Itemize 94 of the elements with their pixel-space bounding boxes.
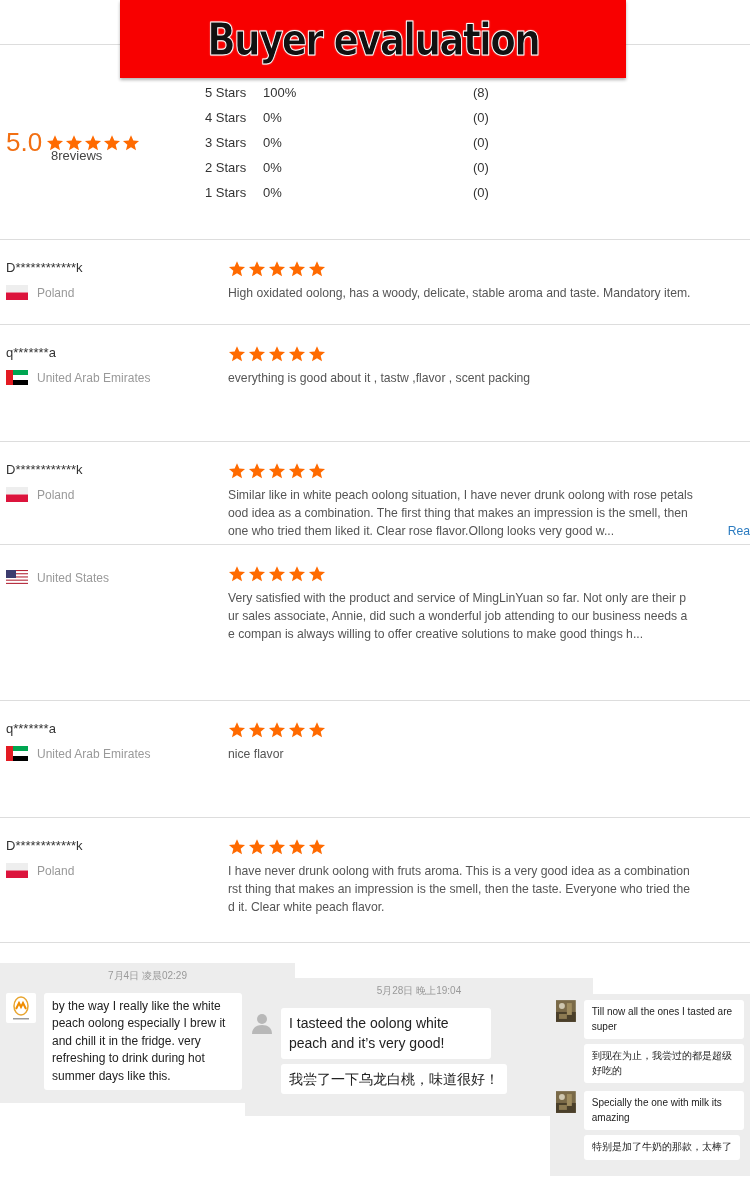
message-bubble: Till now all the ones I tasted are super — [583, 1000, 744, 1039]
star-icon — [308, 260, 326, 278]
star-icon — [248, 721, 266, 739]
review-text: ur sales associate, Annie, did such a wonderful job attending to our business needs a — [228, 608, 688, 625]
star-icon — [46, 133, 65, 152]
star-icon — [268, 565, 286, 583]
flag-icon — [6, 570, 28, 585]
flag-icon — [6, 285, 28, 300]
star-icon — [248, 260, 266, 278]
star-icon — [268, 260, 286, 278]
translation-bubble: 到现在为止，我尝过的都是超级好吃的 — [583, 1044, 744, 1083]
chat-timestamp: 7月4日 凌晨02:29 — [107, 969, 188, 983]
country-name: Poland — [37, 863, 75, 878]
star-icon — [248, 565, 266, 583]
star-icon — [228, 260, 246, 278]
star-icon — [248, 462, 266, 480]
review-count: 8reviews — [51, 148, 104, 163]
review-text: d it. Clear white peach flavor. — [228, 899, 385, 916]
percentage: 0% — [263, 184, 283, 200]
translation-bubble: 特别是加了牛奶的那款，太棒了 — [583, 1135, 740, 1160]
reviewer-name: D************k — [6, 260, 84, 277]
reviewer-name: D************k — [6, 462, 84, 479]
star-icon — [268, 838, 286, 856]
star-icon — [268, 462, 286, 480]
star-icon — [248, 838, 266, 856]
person-icon — [251, 1012, 273, 1034]
star-level-label: 2 Stars — [205, 159, 248, 175]
percentage: 0% — [263, 134, 283, 150]
average-score: 5.0 — [6, 127, 43, 158]
review-text: Similar like in white peach oolong situation, I have never drunk oolong with rose petals — [228, 487, 693, 504]
star-icon — [268, 345, 286, 363]
star-icon — [308, 838, 326, 856]
country-name: United Arab Emirates — [37, 370, 151, 385]
reviewer-name: q*******a — [6, 721, 57, 738]
flag-icon — [6, 746, 28, 761]
star-icon — [308, 721, 326, 739]
star-icon — [288, 345, 306, 363]
star-level-label: 4 Stars — [205, 109, 248, 125]
star-icon — [228, 565, 246, 583]
reviewer-name: q*******a — [6, 345, 57, 362]
reviewer-name: D************k — [6, 838, 84, 855]
review-text: I have never drunk oolong with fruts aroma. This is a very good idea as a combination — [228, 863, 690, 880]
message-bubble: Specially the one with milk its amazing — [583, 1091, 744, 1130]
country-name: Poland — [37, 285, 75, 300]
flag-icon — [6, 863, 28, 878]
read-more-link[interactable]: Rea — [727, 522, 750, 540]
star-icon — [268, 721, 286, 739]
star-icon — [122, 133, 141, 152]
star-icon — [288, 838, 306, 856]
percentage: 0% — [263, 109, 283, 125]
count: (0) — [473, 134, 490, 150]
count: (8) — [473, 84, 490, 100]
review-text: nice flavor — [228, 746, 284, 763]
star-icon — [65, 133, 84, 152]
message-bubble: I tasteed the oolong white peach and it’s very good! — [281, 1008, 491, 1059]
review-text: rst thing that makes an impression is the smell, then the taste. Everyone who tried the — [228, 881, 690, 898]
review-text: everything is good about it , tastw ,flavor , scent packing — [228, 370, 531, 387]
review-text: Very satisfied with the product and service of MingLinYuan so far. Not only are their p — [228, 590, 686, 607]
star-icon — [308, 462, 326, 480]
country-name: Poland — [37, 487, 75, 502]
star-icon — [288, 565, 306, 583]
logo-icon — [6, 993, 36, 1023]
count: (0) — [473, 109, 490, 125]
country-name: United Arab Emirates — [37, 746, 151, 761]
message-bubble: by the way I really like the white peach oolong especially I brew it and chill it in the fridge. very refreshing to drink during hot summer days like this. — [44, 993, 242, 1090]
country-name: United States — [37, 570, 110, 585]
star-icon — [228, 838, 246, 856]
star-icon — [84, 133, 103, 152]
banner-title: Buyer evaluation — [207, 13, 539, 65]
star-icon — [228, 345, 246, 363]
star-level-label: 3 Stars — [205, 134, 248, 150]
flag-icon — [6, 487, 28, 502]
star-icon — [248, 345, 266, 363]
review-text: e compan is always willing to offer creative solutions to make good things h... — [228, 626, 644, 643]
review-text: High oxidated oolong, has a woody, delicate, stable aroma and taste. Mandatory item. — [228, 285, 691, 302]
chat-timestamp: 5月28日 晚上19:04 — [375, 984, 463, 998]
star-icon — [288, 260, 306, 278]
count: (0) — [473, 159, 490, 175]
star-icon — [308, 345, 326, 363]
count: (0) — [473, 184, 490, 200]
percentage: 100% — [263, 84, 298, 100]
star-icon — [308, 565, 326, 583]
star-level-label: 1 Stars — [205, 184, 248, 200]
flag-icon — [6, 370, 28, 385]
star-icon — [288, 721, 306, 739]
star-icon — [288, 462, 306, 480]
review-text: ood idea as a combination. The first thing that makes an impression is the smell, then — [228, 505, 688, 522]
star-level-label: 5 Stars — [205, 84, 248, 100]
star-icon — [228, 462, 246, 480]
translation-bubble: 我尝了一下乌龙白桃，味道很好！ — [281, 1063, 507, 1094]
star-icon — [103, 133, 122, 152]
review-text: one who tried them liked it. Clear rose flavor.Ollong looks very good w... — [228, 523, 615, 540]
star-icon — [228, 721, 246, 739]
percentage: 0% — [263, 159, 283, 175]
